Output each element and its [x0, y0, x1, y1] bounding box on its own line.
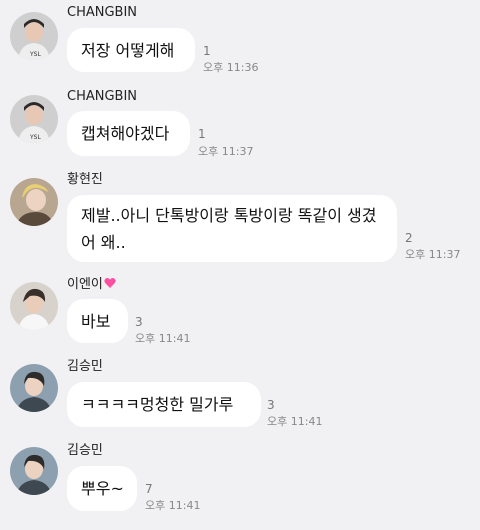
avatar[interactable]: YSL: [10, 12, 58, 60]
unread-count: 2: [405, 231, 413, 245]
sender-name: CHANGBIN: [67, 5, 138, 20]
avatar[interactable]: YSL: [10, 95, 58, 143]
message-bubble[interactable]: 제발..아니 단톡방이랑 톡방이랑 똑같이 생겼어 왜..: [67, 195, 397, 262]
unread-count: 1: [198, 127, 206, 141]
unread-count: 7: [145, 482, 153, 496]
svg-text:YSL: YSL: [29, 134, 41, 141]
sender-name-text: 이엔이: [67, 277, 103, 292]
message-bubble[interactable]: ㅋㅋㅋㅋ멍청한 밀가루: [67, 382, 261, 427]
avatar[interactable]: [10, 282, 58, 330]
message-bubble[interactable]: 저장 어떻게해: [67, 28, 195, 72]
svg-text:YSL: YSL: [29, 51, 41, 58]
message-bubble[interactable]: 캡쳐해야겠다: [67, 111, 190, 156]
avatar[interactable]: [10, 364, 58, 412]
message-time: 오후 11:37: [198, 145, 254, 158]
sender-name: 이엔이: [67, 277, 116, 293]
unread-count: 1: [203, 44, 211, 58]
sender-name: 김승민: [67, 443, 103, 458]
message-time: 오후 11:37: [405, 248, 461, 261]
sender-name: 황현진: [67, 172, 103, 187]
sender-name: 김승민: [67, 359, 103, 374]
sender-name: CHANGBIN: [67, 89, 138, 104]
message-time: 오후 11:41: [145, 499, 201, 512]
message-time: 오후 11:36: [203, 61, 259, 74]
message-bubble[interactable]: 뿌우~: [67, 466, 137, 511]
avatar[interactable]: [10, 178, 58, 226]
message-time: 오후 11:41: [135, 332, 191, 345]
pink-heart-icon: [104, 278, 116, 288]
unread-count: 3: [135, 315, 143, 329]
message-bubble[interactable]: 바보: [67, 299, 128, 343]
avatar[interactable]: [10, 447, 58, 495]
message-time: 오후 11:41: [267, 415, 323, 428]
unread-count: 3: [267, 398, 275, 412]
